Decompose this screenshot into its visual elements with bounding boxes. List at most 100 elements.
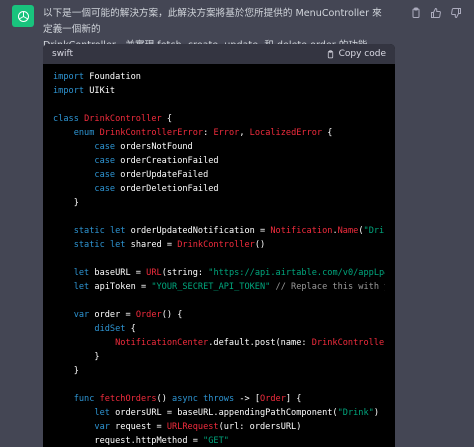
code-token: { xyxy=(322,128,333,138)
code-line: import UIKit xyxy=(53,84,385,98)
thumbs-down-button[interactable] xyxy=(450,7,462,19)
code-token: import xyxy=(53,86,85,96)
code-token: Name xyxy=(337,226,359,236)
code-token: } xyxy=(53,352,100,362)
openai-logo-icon xyxy=(17,10,29,22)
code-token: case xyxy=(94,156,116,166)
code-block: swift Copy code import Foundation import … xyxy=(43,44,395,447)
code-line: let baseURL = URL(string: "https://api.a… xyxy=(53,266,385,280)
code-token: Order xyxy=(135,310,162,320)
code-line: } xyxy=(53,196,385,210)
code-token: let xyxy=(73,282,90,292)
code-token: request = xyxy=(109,422,167,432)
code-token: , xyxy=(239,128,250,138)
code-token: Foundation xyxy=(84,72,141,82)
code-token: { xyxy=(161,114,173,124)
code-line: static let shared = DrinkController() xyxy=(53,238,385,252)
thumbs-down-icon xyxy=(451,8,461,19)
thumbs-up-icon xyxy=(431,7,441,18)
code-token: let xyxy=(109,226,126,236)
code-token: case xyxy=(94,170,116,180)
code-token: apiToken = xyxy=(89,282,152,292)
thumbs-up-button[interactable] xyxy=(430,7,442,19)
code-language-label: swift xyxy=(52,49,74,59)
code-line: case orderDeletionFailed xyxy=(53,182,385,196)
copy-message-button[interactable] xyxy=(410,7,422,19)
code-line: let ordersURL = baseURL.appendingPathCom… xyxy=(53,406,385,420)
code-token: "https://api.airtable.com/v0/appLp4DSj xyxy=(208,268,385,278)
code-line: } xyxy=(53,350,385,364)
code-token: Order xyxy=(260,394,286,404)
code-token: ordersURL = baseURL.appendingPathCompone… xyxy=(109,408,338,418)
code-token: "DrinkCo xyxy=(363,226,385,236)
code-token: DrinkControllerError xyxy=(99,128,204,138)
code-token: URLRequest xyxy=(166,422,219,432)
code-token: import xyxy=(53,72,85,82)
code-token: DrinkController xyxy=(84,114,162,124)
code-line: var order = Order() { xyxy=(53,308,385,322)
code-token: DrinkController xyxy=(177,240,255,250)
code-token: order = xyxy=(89,310,136,320)
code-header: swift Copy code xyxy=(43,44,395,64)
code-token: orderCreationFailed xyxy=(115,156,219,166)
code-token: static xyxy=(73,226,105,236)
code-line: case orderUpdateFailed xyxy=(53,168,385,182)
code-token: "GET" xyxy=(203,436,229,446)
code-token: static xyxy=(73,240,105,250)
code-token: func xyxy=(73,394,95,404)
code-line: NotificationCenter.default.post(name: Dr… xyxy=(53,336,385,350)
clipboard-icon xyxy=(327,49,333,58)
code-token: } xyxy=(53,198,79,208)
code-token: "Drink" xyxy=(337,408,374,418)
code-token: LocalizedError xyxy=(249,128,323,138)
code-token: let xyxy=(73,268,90,278)
code-token: () xyxy=(156,394,173,404)
code-token: Error xyxy=(213,128,240,138)
code-token: NotificationCenter xyxy=(115,338,209,348)
code-token: (string: xyxy=(161,268,209,278)
code-token: case xyxy=(94,184,116,194)
code-token: .default.post(name: xyxy=(208,338,312,348)
code-line: } xyxy=(53,364,385,378)
code-token: orderUpdateFailed xyxy=(115,170,209,180)
code-token: orderUpdatedNotification = xyxy=(125,226,271,236)
code-token: request.httpMethod = xyxy=(53,436,204,446)
code-token: Notification xyxy=(270,226,333,236)
code-line: case ordersNotFound xyxy=(53,140,385,154)
code-token: ordersNotFound xyxy=(115,142,193,152)
code-token: UIKit xyxy=(84,86,116,96)
code-token: () xyxy=(254,240,266,250)
code-token: let xyxy=(109,240,126,250)
code-token: ) xyxy=(373,408,379,418)
code-token: baseURL = xyxy=(89,268,147,278)
code-token: } xyxy=(53,366,79,376)
code-token: { xyxy=(125,324,136,334)
code-line: func fetchOrders() async throws -> [Orde… xyxy=(53,392,385,406)
code-token: // Replace this with your xyxy=(275,282,385,292)
code-token: throws xyxy=(203,394,235,404)
code-token: shared = xyxy=(125,240,178,250)
message-actions xyxy=(410,7,462,19)
clipboard-icon xyxy=(412,7,420,18)
code-line: case orderCreationFailed xyxy=(53,154,385,168)
copy-code-label: Copy code xyxy=(338,49,386,59)
code-token: didSet xyxy=(94,324,126,334)
copy-code-button[interactable]: Copy code xyxy=(326,49,386,59)
code-body[interactable]: import Foundation import UIKit class Drin… xyxy=(43,64,395,447)
code-line: let apiToken = "YOUR_SECRET_API_TOKEN" /… xyxy=(53,280,385,294)
